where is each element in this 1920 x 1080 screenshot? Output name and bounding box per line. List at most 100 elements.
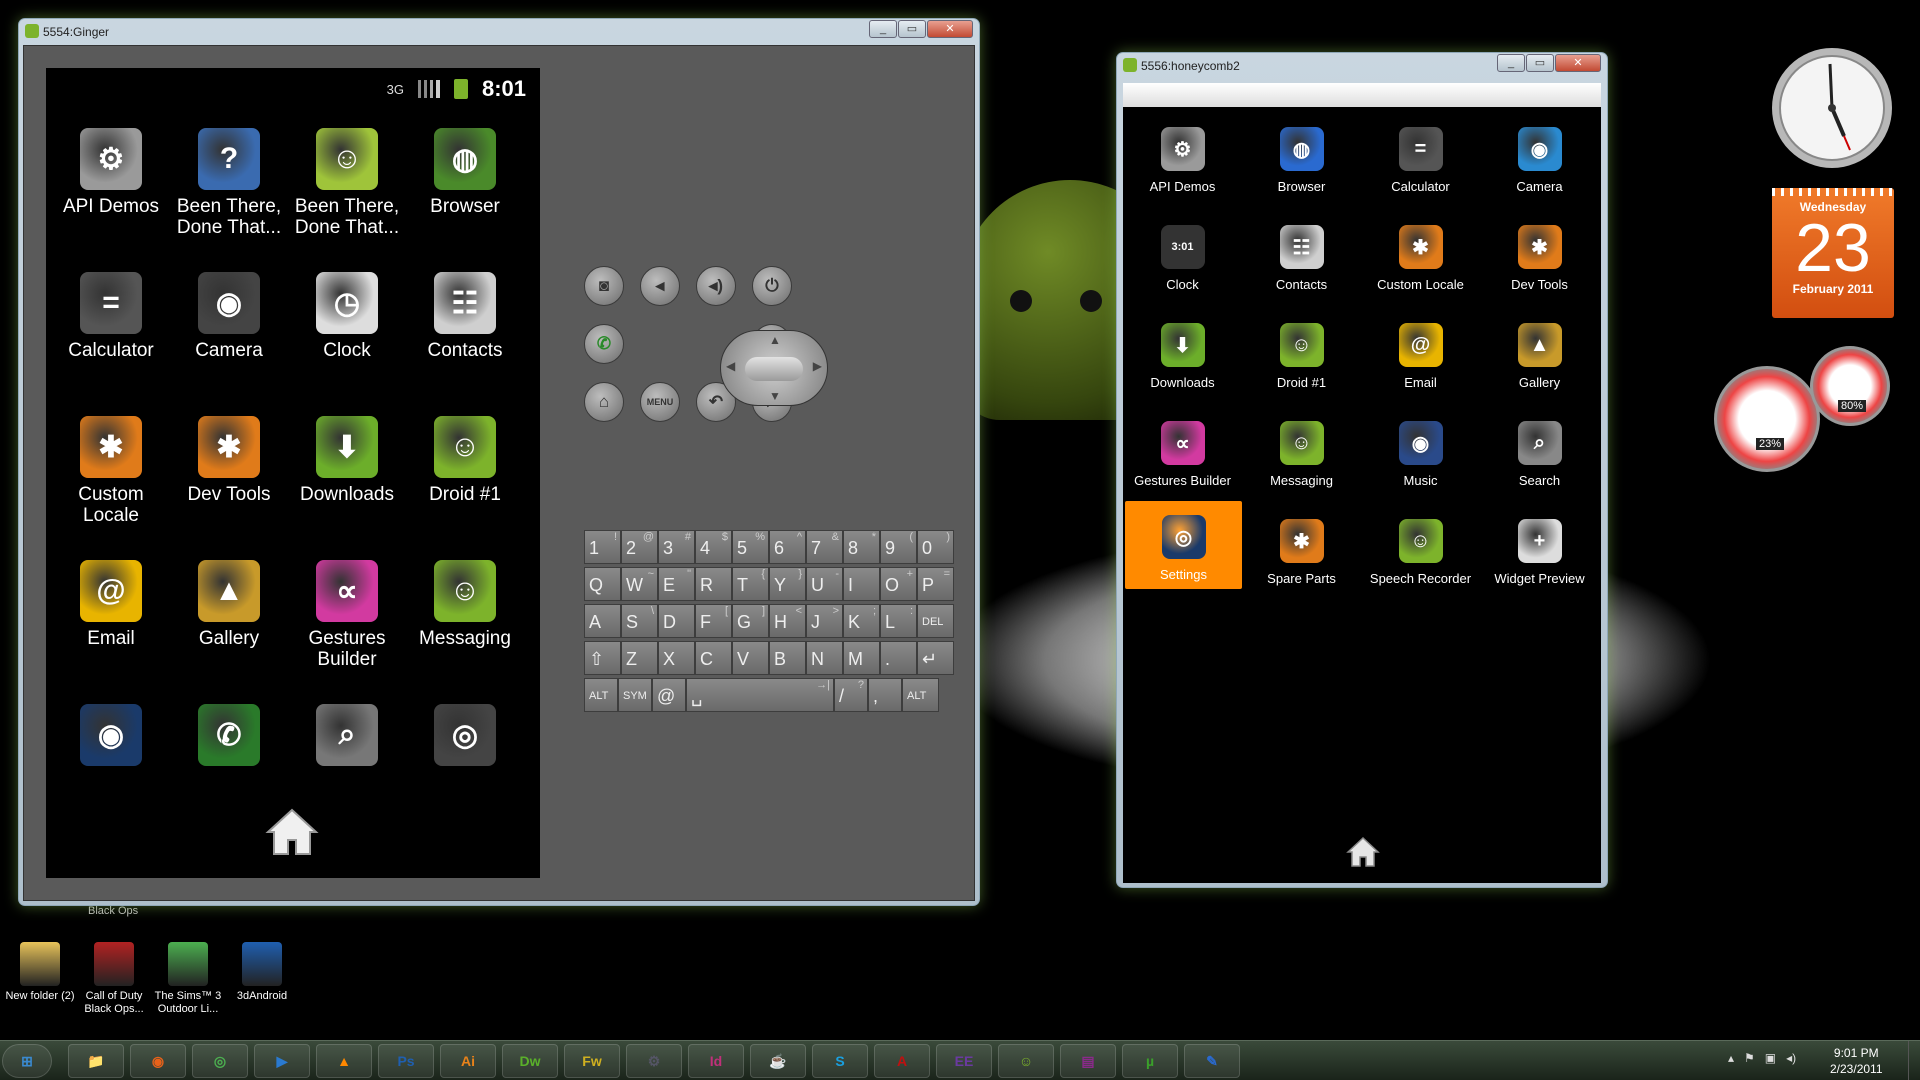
key-x[interactable]: ⇧	[584, 641, 621, 675]
key-m[interactable]: M	[843, 641, 880, 675]
key-s[interactable]: S \	[621, 604, 658, 638]
app-gallery[interactable]: ▲ Gallery	[170, 560, 288, 704]
key-x[interactable]: ,	[868, 678, 902, 712]
key-4[interactable]: 4 $	[695, 530, 732, 564]
minimize-button[interactable]: _	[1497, 54, 1525, 72]
app-downloads[interactable]: ⬇ Downloads	[1123, 303, 1242, 401]
app-custom-locale[interactable]: ✱ Custom Locale	[52, 416, 170, 560]
network-icon[interactable]: ▣	[1765, 1051, 1776, 1065]
calendar-gadget[interactable]: Wednesday 23 February 2011	[1772, 188, 1894, 318]
app-email[interactable]: @ Email	[52, 560, 170, 704]
key-0[interactable]: 0)	[917, 530, 954, 564]
key-2[interactable]: 2 @	[621, 530, 658, 564]
key-8[interactable]: 8 *	[843, 530, 880, 564]
key-x[interactable]: ␣ →|	[686, 678, 834, 712]
app-widget-preview[interactable]: + Widget Preview	[1480, 499, 1599, 597]
close-button[interactable]: ✕	[927, 20, 973, 38]
app-partial-19[interactable]: ◎	[406, 704, 524, 848]
dpad-right-icon[interactable]: ▶	[813, 359, 822, 373]
key-p[interactable]: P =	[917, 567, 954, 601]
show-desktop-button[interactable]	[1908, 1041, 1920, 1080]
volume-up-button[interactable]: ◂)	[696, 266, 736, 306]
desktop-icon[interactable]: Call of Duty Black Ops...	[78, 942, 150, 1016]
app-api-demos[interactable]: ⚙ API Demos	[1123, 107, 1242, 205]
dpad-left-icon[interactable]: ◀	[726, 359, 735, 373]
key-f[interactable]: F[	[695, 604, 732, 638]
taskbar-skype[interactable]: S	[812, 1044, 868, 1078]
app-messaging[interactable]: ☺ Messaging	[406, 560, 524, 704]
app-search[interactable]: ⌕ Search	[1480, 401, 1599, 499]
key-j[interactable]: J >	[806, 604, 843, 638]
key-c[interactable]: C	[695, 641, 732, 675]
key-d[interactable]: D	[658, 604, 695, 638]
key-e[interactable]: E "	[658, 567, 695, 601]
key-z[interactable]: Z	[621, 641, 658, 675]
tablet-screen[interactable]: ⚙ API Demos ◍ Browser = Calculator ◉ Camera 3:01…	[1123, 107, 1601, 883]
dpad-down-icon[interactable]: ▼	[769, 389, 781, 403]
key-9[interactable]: 9(	[880, 530, 917, 564]
key-del[interactable]: DEL	[917, 604, 954, 638]
volume-icon[interactable]: ◂)	[1786, 1051, 1796, 1065]
desktop-icon[interactable]: 3dAndroid	[226, 942, 298, 1003]
app-calculator[interactable]: = Calculator	[1361, 107, 1480, 205]
key-k[interactable]: K;	[843, 604, 880, 638]
app-been-there-done-that[interactable]: ? Been There, Done That...	[170, 128, 288, 272]
tray-expand-icon[interactable]: ▴	[1728, 1051, 1734, 1065]
taskbar-steam[interactable]: ⚙	[626, 1044, 682, 1078]
key-o[interactable]: O +	[880, 567, 917, 601]
menu-button[interactable]: MENU	[640, 382, 680, 422]
app-spare-parts[interactable]: ✱ Spare Parts	[1242, 499, 1361, 597]
taskbar-paint[interactable]: ✎	[1184, 1044, 1240, 1078]
key-u[interactable]: U-	[806, 567, 843, 601]
app-contacts[interactable]: ☷ Contacts	[1242, 205, 1361, 303]
key-alt[interactable]: ALT	[584, 678, 618, 712]
app-music[interactable]: ◉ Music	[1361, 401, 1480, 499]
app-gallery[interactable]: ▲ Gallery	[1480, 303, 1599, 401]
app-browser[interactable]: ◍ Browser	[1242, 107, 1361, 205]
cpu-meter-gadget[interactable]: 23% 80%	[1714, 346, 1914, 472]
key-n[interactable]: N	[806, 641, 843, 675]
key-w[interactable]: W ~	[621, 567, 658, 601]
app-clock[interactable]: ◷ Clock	[288, 272, 406, 416]
key-x[interactable]: @	[652, 678, 686, 712]
key-t[interactable]: T{	[732, 567, 769, 601]
key-q[interactable]: Q	[584, 567, 621, 601]
key-i[interactable]: I	[843, 567, 880, 601]
desktop-icon[interactable]: New folder (2)	[4, 942, 76, 1003]
maximize-button[interactable]: ▭	[898, 20, 926, 38]
home-button[interactable]	[264, 806, 320, 858]
app-contacts[interactable]: ☷ Contacts	[406, 272, 524, 416]
app-gestures-builder[interactable]: ∝ Gestures Builder	[288, 560, 406, 704]
key-g[interactable]: G]	[732, 604, 769, 638]
taskbar-clock[interactable]: 9:01 PM 2/23/2011	[1830, 1045, 1883, 1077]
dpad-up-icon[interactable]: ▲	[769, 333, 781, 347]
taskbar-acrobat[interactable]: A	[874, 1044, 930, 1078]
emulator-window-ginger[interactable]: 5554:Ginger _ ▭ ✕ 3G 8:01 ⚙ API Demos? Bee…	[18, 18, 980, 906]
app-camera[interactable]: ◉ Camera	[1480, 107, 1599, 205]
desktop-icon[interactable]: The Sims™ 3 Outdoor Li...	[152, 942, 224, 1016]
key-l[interactable]: L:	[880, 604, 917, 638]
call-button[interactable]: ✆	[584, 324, 624, 364]
power-button[interactable]: ⏻	[752, 266, 792, 306]
taskbar-photoshop[interactable]: Ps	[378, 1044, 434, 1078]
close-button[interactable]: ✕	[1555, 54, 1601, 72]
taskbar-explorer[interactable]: 📁	[68, 1044, 124, 1078]
taskbar-firefox[interactable]: ◉	[130, 1044, 186, 1078]
taskbar-android-sdk[interactable]: ☺	[998, 1044, 1054, 1078]
flag-icon[interactable]: ⚑	[1744, 1051, 1755, 1065]
key-x[interactable]: ↵	[917, 641, 954, 675]
emulator-window-honeycomb[interactable]: 5556:honeycomb2 _ ▭ ✕ ⚙ API Demos ◍ Browser…	[1116, 52, 1608, 888]
app-downloads[interactable]: ⬇ Downloads	[288, 416, 406, 560]
app-partial-16[interactable]: ◉	[52, 704, 170, 848]
app-messaging[interactable]: ☺ Messaging	[1242, 401, 1361, 499]
taskbar-start-button[interactable]: ⊞	[2, 1044, 52, 1078]
home-button[interactable]	[1345, 835, 1381, 871]
clock-gadget[interactable]	[1770, 46, 1894, 170]
key-5[interactable]: 5%	[732, 530, 769, 564]
app-custom-locale[interactable]: ✱ Custom Locale	[1361, 205, 1480, 303]
key-r[interactable]: R	[695, 567, 732, 601]
app-settings[interactable]: ◎ Settings	[1125, 501, 1242, 589]
key-h[interactable]: H <	[769, 604, 806, 638]
taskbar-winrar[interactable]: ▤	[1060, 1044, 1116, 1078]
app-droid-1[interactable]: ☺ Droid #1	[1242, 303, 1361, 401]
